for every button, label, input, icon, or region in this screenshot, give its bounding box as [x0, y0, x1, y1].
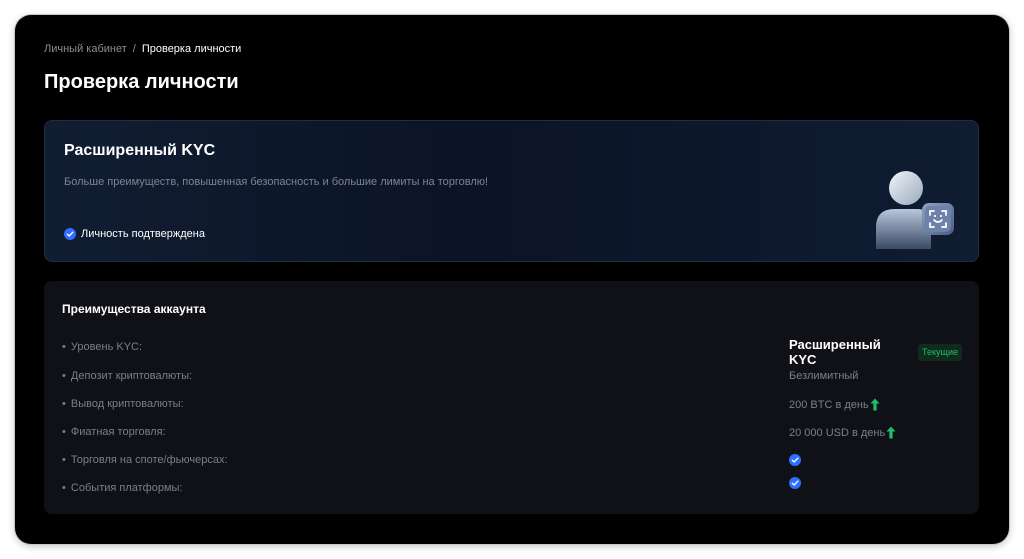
benefit-value: 200 BTC в день	[789, 398, 869, 411]
benefit-label: Вывод криптовалюты:	[70, 398, 184, 410]
benefit-label: Торговля на споте/фьючерсах:	[70, 454, 228, 466]
arrow-up-icon	[870, 398, 880, 411]
bullet: •	[62, 398, 66, 410]
benefit-row-fiat-trading: • Фиатная торговля: 20 000 USD в день	[62, 423, 962, 443]
benefits-title: Преимущества аккаунта	[62, 302, 206, 316]
breadcrumb-link-account[interactable]: Личный кабинет	[44, 43, 127, 55]
benefit-row-platform-events: • События платформы:	[62, 477, 962, 499]
face-id-user-icon	[876, 171, 954, 249]
arrow-up-icon	[886, 426, 896, 439]
check-circle-icon	[789, 477, 801, 489]
bullet: •	[62, 482, 66, 494]
bullet: •	[62, 454, 66, 466]
kyc-card: Расширенный KYC Больше преимуществ, повы…	[44, 120, 979, 262]
breadcrumb: Личный кабинет / Проверка личности	[44, 43, 241, 55]
check-circle-icon	[64, 228, 76, 240]
breadcrumb-current: Проверка личности	[141, 43, 242, 55]
kyc-status: Личность подтверждена	[64, 228, 205, 240]
benefit-value: Безлимитный	[789, 370, 859, 382]
benefit-label: События платформы:	[70, 482, 183, 494]
main-window: Личный кабинет / Проверка личности Проверк…	[15, 15, 1009, 544]
benefit-label: Депозит криптовалюты:	[70, 370, 193, 382]
benefit-row-spot-futures: • Торговля на споте/фьючерсах:	[62, 451, 962, 471]
bullet: •	[62, 426, 66, 438]
kyc-level-value: Расширенный KYC	[789, 337, 881, 367]
benefit-label: Уровень KYC:	[70, 341, 143, 353]
breadcrumb-separator: /	[132, 43, 136, 55]
page-title: Проверка личности	[44, 71, 239, 93]
bullet: •	[62, 370, 66, 382]
benefit-row-kyc-level: • Уровень KYC: Расширенный KYC Текущие	[62, 337, 962, 367]
account-benefits-card: Преимущества аккаунта • Уровень KYC: Рас…	[44, 281, 979, 514]
benefit-row-crypto-deposit: • Депозит криптовалюты: Безлимитный	[62, 367, 962, 387]
check-circle-icon	[789, 454, 801, 466]
current-badge: Текущие	[918, 343, 962, 361]
bullet: •	[62, 341, 66, 353]
kyc-card-description: Больше преимуществ, повышенная безопасно…	[64, 176, 489, 188]
benefit-row-crypto-withdrawal: • Вывод криптовалюты: 200 BTC в день	[62, 395, 962, 415]
benefit-label: Фиатная торговля:	[70, 426, 166, 438]
kyc-card-title: Расширенный KYC	[64, 142, 216, 159]
kyc-status-label: Личность подтверждена	[81, 228, 205, 240]
benefit-value: 20 000 USD в день	[789, 426, 886, 439]
